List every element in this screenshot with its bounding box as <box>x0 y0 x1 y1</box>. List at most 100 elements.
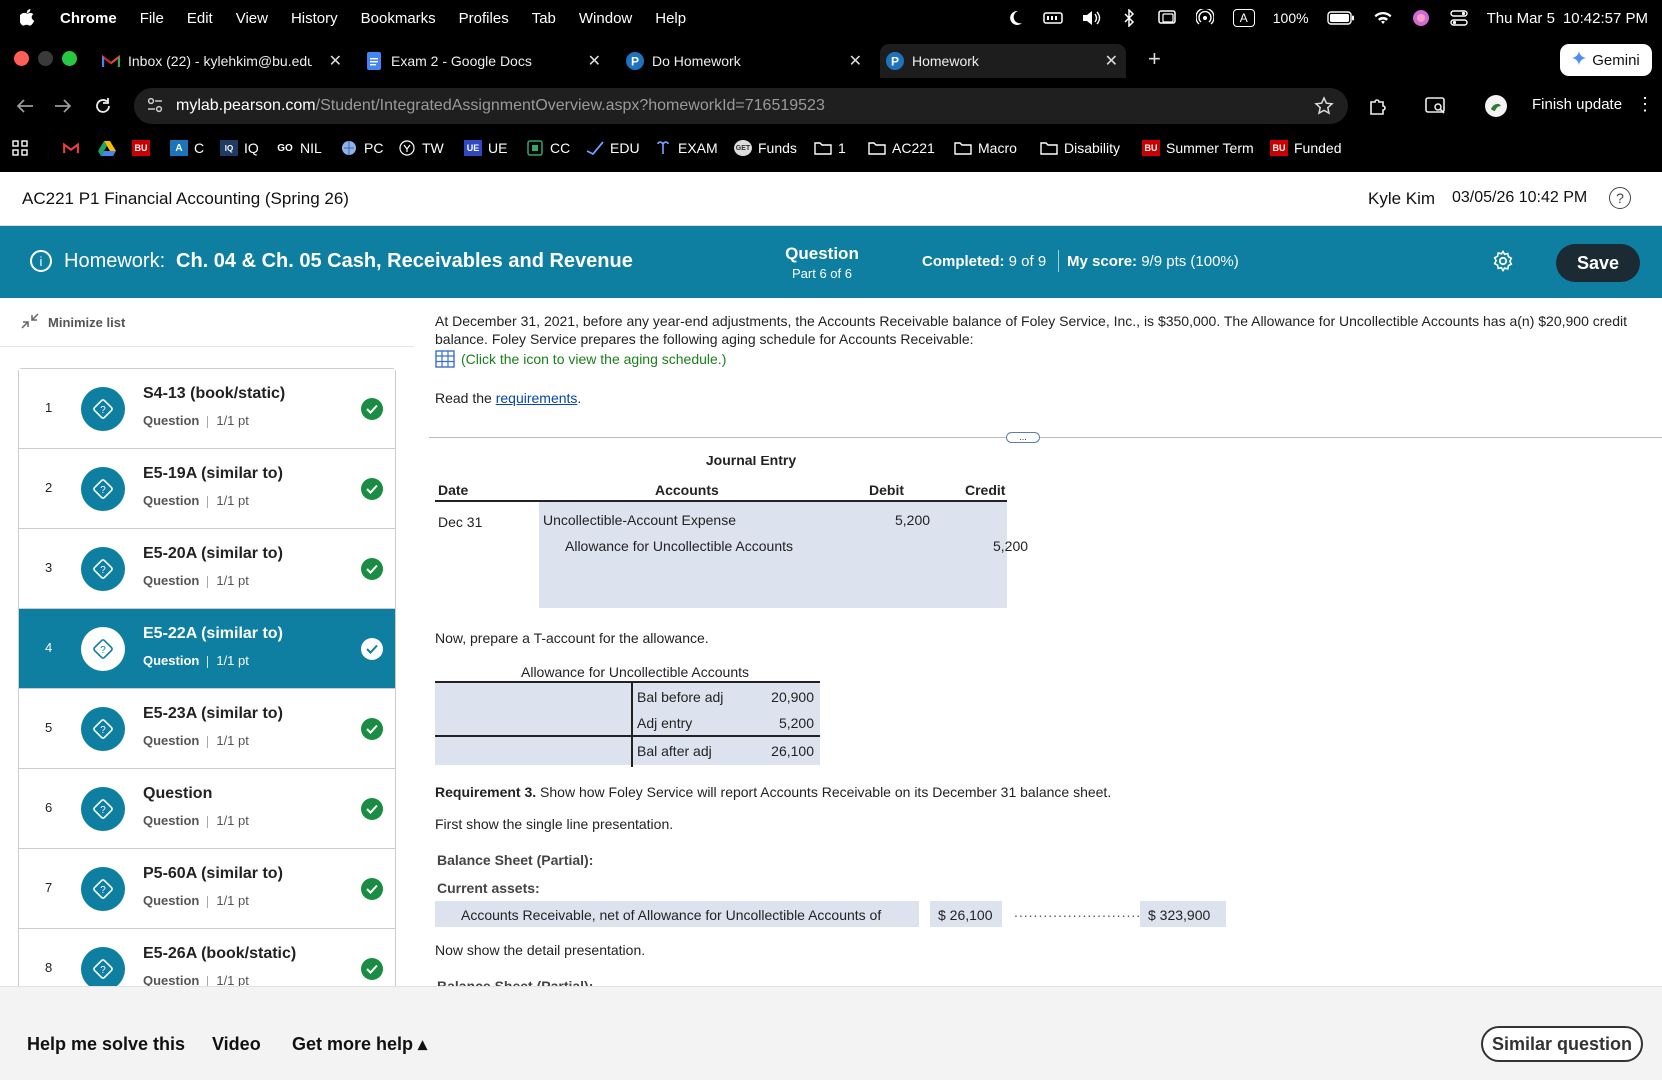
menubar-time[interactable]: 10:42:57 PM <box>1563 10 1648 27</box>
question-list-item-5[interactable]: 5 ? E5-23A (similar to) Question 1/1 pt <box>19 689 395 769</box>
question-list-item-8[interactable]: 8 ? E5-26A (book/static) Question 1/1 pt <box>19 929 395 986</box>
site-settings-icon[interactable] <box>146 96 166 116</box>
tab-close-icon[interactable]: ✕ <box>329 51 342 71</box>
aging-schedule-link[interactable]: (Click the icon to view the aging schedu… <box>435 350 726 368</box>
homework-title: Ch. 04 & Ch. 05 Cash, Receivables and Re… <box>176 250 633 272</box>
question-meta: Question 1/1 pt <box>143 493 249 508</box>
bookmark-funded[interactable]: BU Funded <box>1270 140 1341 156</box>
airdrop-icon[interactable] <box>1195 9 1215 27</box>
close-window-button[interactable] <box>14 51 29 66</box>
bookmark-gmail[interactable] <box>62 140 86 156</box>
question-puzzle-icon: ? <box>81 867 125 911</box>
gmail-icon <box>62 140 80 156</box>
bookmark-pc[interactable]: PC <box>340 140 383 156</box>
tab-close-icon[interactable]: ✕ <box>588 51 601 71</box>
question-list-item-7[interactable]: 7 ? P5-60A (similar to) Question 1/1 pt <box>19 849 395 929</box>
siri-icon[interactable] <box>1411 9 1431 27</box>
help-me-solve-this-button[interactable]: Help me solve this <box>27 1034 185 1055</box>
menubar-date[interactable]: Thu Mar 5 <box>1487 10 1555 27</box>
bookmark-ue[interactable]: UE UE <box>464 140 507 156</box>
tab-close-icon[interactable]: ✕ <box>1105 51 1118 71</box>
menu-history[interactable]: History <box>291 10 338 27</box>
save-button[interactable]: Save <box>1556 244 1640 282</box>
menu-bookmarks[interactable]: Bookmarks <box>361 10 436 27</box>
divider-handle[interactable]: ... <box>1006 432 1040 443</box>
tab-search-icon[interactable] <box>1425 95 1447 117</box>
menu-tab[interactable]: Tab <box>532 10 556 27</box>
bookmark-summer-term[interactable]: BU Summer Term <box>1142 140 1254 156</box>
bookmark-drive[interactable] <box>98 140 122 156</box>
menu-view[interactable]: View <box>236 10 268 27</box>
menu-help[interactable]: Help <box>655 10 686 27</box>
bookmark-tw[interactable]: TW <box>398 140 444 156</box>
tab-do-homework[interactable]: P Do Homework ✕ <box>626 44 862 78</box>
memory-icon[interactable] <box>1043 9 1063 27</box>
svg-text:?: ? <box>100 725 106 736</box>
apple-icon[interactable] <box>20 8 38 28</box>
menu-file[interactable]: File <box>140 10 164 27</box>
moon-icon[interactable] <box>1005 9 1025 27</box>
net-receivable-field: $ 323,900 <box>1140 901 1226 927</box>
minimize-window-button[interactable] <box>38 51 53 66</box>
similar-question-button[interactable]: Similar question <box>1481 1026 1643 1062</box>
tab-homework[interactable]: P Homework ✕ <box>880 44 1126 78</box>
question-name: E5-22A (similar to) <box>143 625 283 642</box>
forward-arrow-icon[interactable] <box>52 95 74 117</box>
svg-text:?: ? <box>100 805 106 816</box>
bookmark-star-icon[interactable] <box>1314 96 1334 116</box>
battery-icon[interactable] <box>1326 9 1355 27</box>
bookmark-funds[interactable]: GET Funds <box>734 140 797 156</box>
profile-avatar[interactable] <box>1484 94 1508 118</box>
bookmark-folder-1[interactable]: 1 <box>814 140 846 156</box>
gemini-button[interactable]: Gemini <box>1560 44 1652 76</box>
bookmark-exam[interactable]: EXAM <box>654 140 718 156</box>
question-list-item-4[interactable]: 4 ? E5-22A (similar to) Question 1/1 pt <box>19 609 395 689</box>
menu-edit[interactable]: Edit <box>187 10 213 27</box>
question-list-item-6[interactable]: 6 ? Question Question 1/1 pt <box>19 769 395 849</box>
info-icon[interactable]: i <box>30 250 52 272</box>
question-puzzle-icon: ? <box>81 387 125 431</box>
extensions-puzzle-icon[interactable] <box>1367 95 1389 117</box>
question-list-item-1[interactable]: 1 ? S4-13 (book/static) Question 1/1 pt <box>19 369 395 449</box>
requirements-link[interactable]: requirements <box>496 390 578 406</box>
tab-exam-2-docs[interactable]: Exam 2 - Google Docs ✕ <box>365 44 601 78</box>
volume-icon[interactable] <box>1081 9 1101 27</box>
menu-window[interactable]: Window <box>579 10 632 27</box>
help-question-icon[interactable]: ? <box>1609 187 1631 209</box>
zoom-window-button[interactable] <box>62 51 77 66</box>
question-name: E5-20A (similar to) <box>143 545 283 562</box>
question-list-item-3[interactable]: 3 ? E5-20A (similar to) Question 1/1 pt <box>19 529 395 609</box>
bookmark-nil[interactable]: GO NIL <box>276 140 322 156</box>
wifi-icon[interactable] <box>1373 9 1393 27</box>
address-bar[interactable]: mylab.pearson.com/Student/IntegratedAssi… <box>134 88 1348 124</box>
bookmark-folder-macro[interactable]: Macro <box>954 140 1017 156</box>
bookmark-bu[interactable]: BU <box>132 140 156 156</box>
bookmark-iq[interactable]: IQ IQ <box>220 140 259 156</box>
minimize-list-button[interactable]: Minimize list <box>20 312 125 333</box>
question-list-item-2[interactable]: 2 ? E5-19A (similar to) Question 1/1 pt <box>19 449 395 529</box>
bookmark-folder-ac221[interactable]: AC221 <box>868 140 935 156</box>
get-more-help-button[interactable]: Get more help ▴ <box>292 1034 427 1055</box>
gear-icon[interactable] <box>1492 250 1514 273</box>
screen-mirroring-icon[interactable] <box>1157 9 1177 27</box>
bookmark-cc[interactable]: CC <box>526 140 570 156</box>
menu-app-chrome[interactable]: Chrome <box>60 10 117 27</box>
more-menu-icon[interactable]: ⋮ <box>1636 94 1654 115</box>
tab-inbox[interactable]: Inbox (22) - kylehkim@bu.edu ✕ <box>102 44 342 78</box>
apps-grid-icon[interactable] <box>12 140 28 156</box>
finish-update-button[interactable]: Finish update <box>1532 96 1622 113</box>
menu-profiles[interactable]: Profiles <box>459 10 509 27</box>
single-line-instruction: First show the single line presentation. <box>435 816 674 832</box>
control-center-icon[interactable] <box>1449 9 1469 27</box>
bluetooth-icon[interactable] <box>1119 9 1139 27</box>
course-title[interactable]: AC221 P1 Financial Accounting (Spring 26… <box>22 189 349 209</box>
back-arrow-icon[interactable] <box>14 95 36 117</box>
tab-close-icon[interactable]: ✕ <box>849 51 862 71</box>
video-button[interactable]: Video <box>212 1034 261 1055</box>
bookmark-c[interactable]: AC <box>170 140 204 156</box>
bookmark-folder-disability[interactable]: Disability <box>1040 140 1120 156</box>
bookmark-edu[interactable]: EDU <box>586 140 640 156</box>
input-source-indicator[interactable]: A <box>1232 9 1255 27</box>
new-tab-button[interactable]: + <box>1148 46 1161 72</box>
reload-icon[interactable] <box>92 95 114 117</box>
